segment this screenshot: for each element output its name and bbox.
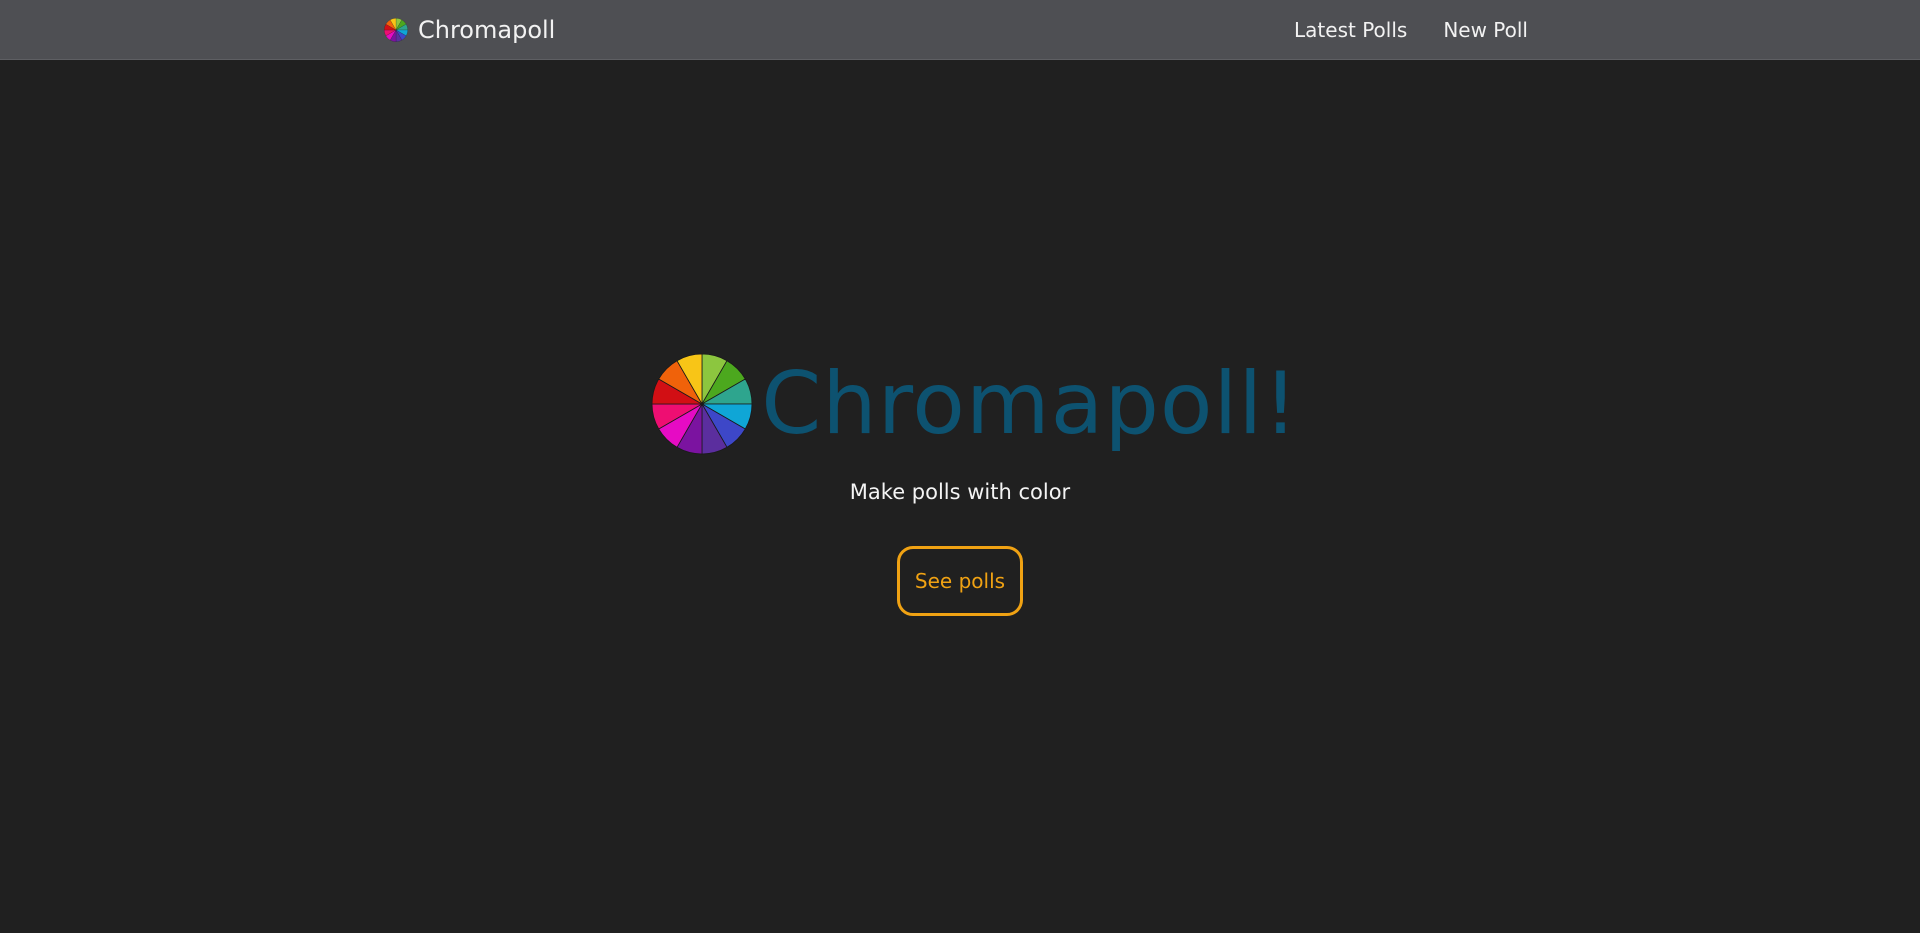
top-navbar: Chromapoll Latest Polls New Poll (0, 0, 1920, 60)
color-wheel-icon (384, 18, 408, 42)
brand-link[interactable]: Chromapoll (384, 0, 555, 60)
tagline: Make polls with color (849, 480, 1071, 504)
nav-links: Latest Polls New Poll (1294, 0, 1528, 60)
page-title: Chromapoll! (761, 354, 1299, 454)
color-wheel-icon (651, 353, 753, 455)
nav-link-latest-polls[interactable]: Latest Polls (1294, 18, 1407, 42)
hero-title-row: Chromapoll! (651, 352, 1299, 456)
see-polls-button[interactable]: See polls (897, 546, 1023, 616)
brand-label: Chromapoll (418, 16, 556, 44)
nav-link-new-poll[interactable]: New Poll (1443, 18, 1528, 42)
hero-section: Chromapoll! Make polls with color See po… (0, 352, 1920, 616)
